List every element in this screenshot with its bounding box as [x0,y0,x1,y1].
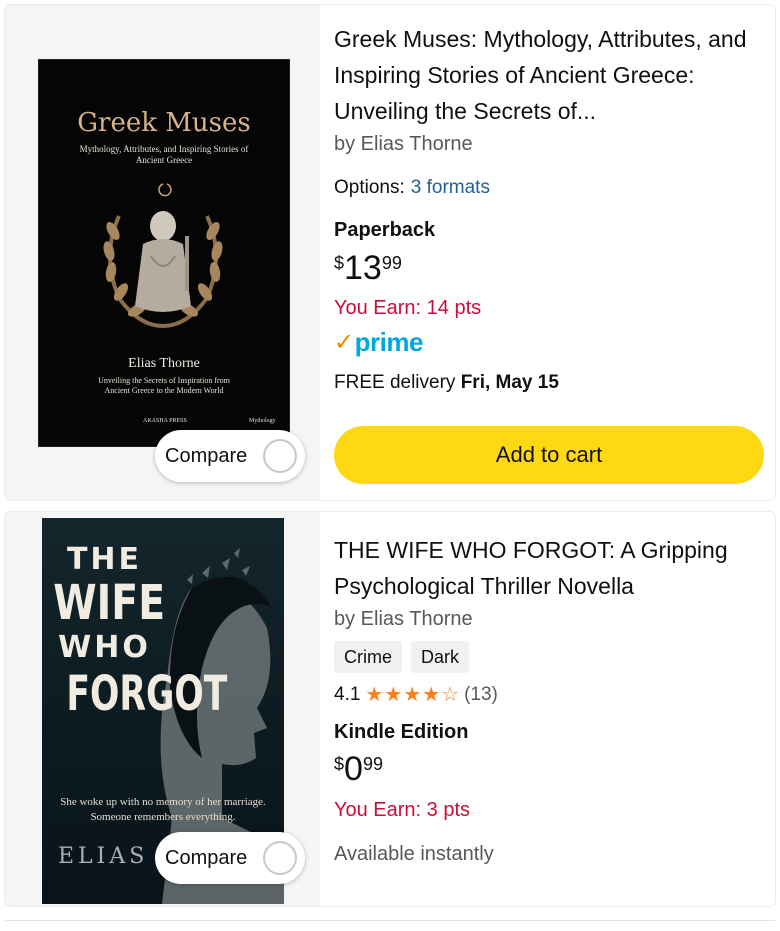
cover-author: Elias Thorne [128,356,200,371]
product-author[interactable]: by Elias Thorne [334,608,473,631]
rating-row[interactable]: 4.1 ★★★★☆ (13) [334,682,498,707]
compare-checkbox[interactable] [263,439,297,473]
product-details: THE WIFE WHO FORGOT: A Gripping Psycholo… [320,512,775,906]
product-card-greek-muses: Greek Muses Mythology, Attributes, and I… [5,5,775,500]
compare-label: Compare [165,846,248,869]
delivery-date: Fri, May 15 [460,372,559,393]
delivery-prefix: FREE delivery [334,372,456,393]
earn-points: You Earn: 14 pts [334,297,482,319]
price: $1399 [334,249,402,288]
earn-points: You Earn: 3 pts [334,799,471,821]
formats-link[interactable]: 3 formats [411,177,490,198]
tag-chip-crime[interactable]: Crime [334,641,402,673]
price-currency: $ [334,754,345,774]
price: $099 [334,750,383,789]
price-whole: 0 [344,750,363,788]
price-currency: $ [334,253,345,273]
prime-check-icon: ✓ [334,329,354,356]
price-whole: 13 [344,249,382,287]
compare-toggle[interactable]: Compare [155,832,305,884]
book-cover-greek-muses[interactable]: Greek Muses Mythology, Attributes, and I… [38,59,290,447]
cover-title-line3: WHO [58,630,151,665]
product-image-area[interactable]: THE WIFE WHO FORGOT She woke up with no … [5,512,320,906]
product-image-area[interactable]: Greek Muses Mythology, Attributes, and I… [5,5,320,500]
product-card-wife-who-forgot: THE WIFE WHO FORGOT She woke up with no … [5,512,775,906]
cover-publisher: AKASHA PRESS [143,418,187,424]
format-label: Paperback [334,219,436,241]
prime-label: prime [354,327,424,357]
compare-label: Compare [165,444,248,467]
add-to-cart-button[interactable]: Add to cart [334,426,764,484]
cover-title-line1: THE [66,542,143,577]
delivery-info: FREE delivery Fri, May 15 [334,372,559,394]
muse-illustration [103,183,223,328]
tag-chip-dark[interactable]: Dark [411,641,470,673]
cover-blurb-2: Someone remembers everything. [90,811,236,823]
rating-count: (13) [464,683,498,705]
options-label: Options: [334,177,405,198]
star-rating-icon: ★★★★☆ [365,684,461,706]
options-row: Options: 3 formats [334,177,490,199]
product-title[interactable]: THE WIFE WHO FORGOT: A Gripping Psycholo… [334,532,755,604]
prime-badge: ✓ prime [334,327,423,358]
cover-title-line4: FORGOT [66,666,228,722]
availability: Available instantly [334,843,494,865]
cover-subtitle: Mythology, Attributes, and Inspiring Sto… [79,144,249,165]
price-fraction: 99 [381,253,402,273]
product-author[interactable]: by Elias Thorne [334,133,473,156]
compare-toggle[interactable]: Compare [155,430,305,482]
cover-title-line2: WIFE [53,575,166,631]
cover-category: Mythology [249,418,276,424]
price-fraction: 99 [362,754,383,774]
product-title[interactable]: Greek Muses: Mythology, Attributes, and … [334,21,755,129]
format-label: Kindle Edition [334,721,469,743]
cover-title-block: THE WIFE WHO FORGOT [42,542,228,722]
product-details: Greek Muses: Mythology, Attributes, and … [320,5,775,500]
cover-title: Greek Muses [77,108,251,138]
compare-checkbox[interactable] [263,841,297,875]
cover-blurb-1: She woke up with no memory of her marria… [60,796,266,808]
cover-tagline: Unveiling the Secrets of Inspiration fro… [98,376,230,395]
rating-value: 4.1 [334,683,361,705]
